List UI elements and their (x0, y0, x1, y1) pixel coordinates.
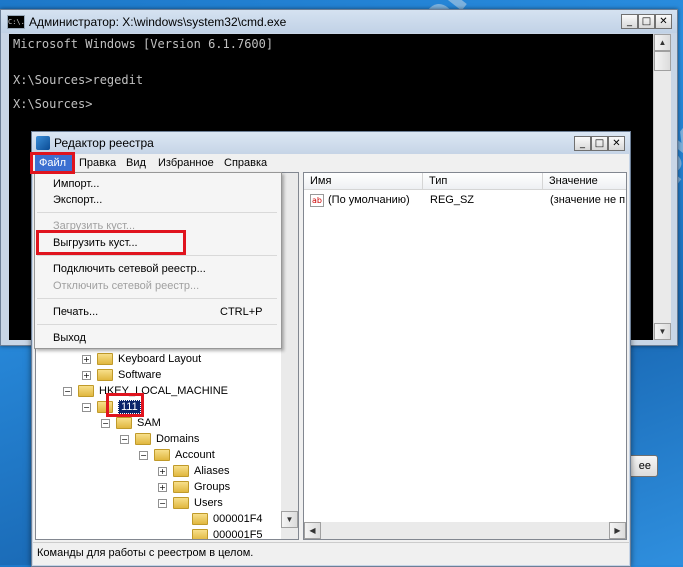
tree-node[interactable]: + Software (82, 367, 161, 383)
cmd-scrollbar[interactable]: ▲ ▼ (653, 34, 671, 340)
menu-item-import[interactable]: Импорт... (53, 176, 99, 192)
collapse-icon[interactable]: − (63, 386, 72, 396)
tree-node[interactable]: − SAM (101, 415, 161, 431)
status-text: Команды для работы с реестром в целом. (37, 547, 254, 559)
tree-node-label: Account (175, 449, 215, 461)
value-data: (значение не п (550, 194, 626, 206)
minimize-button[interactable]: _ (621, 14, 638, 29)
console-line: X:\Sources>regedit (13, 73, 144, 87)
menu-bar: Файл Правка Вид Избранное Справка (33, 154, 629, 172)
tree-node[interactable]: + Groups (158, 479, 230, 495)
console-line: X:\Sources> (13, 97, 93, 111)
menu-shortcut-print: CTRL+P (220, 306, 263, 318)
status-bar: Команды для работы с реестром в целом. (33, 542, 629, 565)
menu-separator (37, 324, 277, 325)
tree-node-label: Users (194, 497, 223, 509)
tree-node[interactable]: 000001F4 (192, 511, 263, 527)
folder-icon (97, 369, 113, 382)
file-menu-dropdown: Импорт... Экспорт... Загрузить куст... В… (34, 172, 282, 349)
tree-node-label: 000001F5 (213, 529, 263, 540)
collapse-icon[interactable]: − (158, 498, 167, 508)
regedit-titlebar[interactable]: Редактор реестра _ □ ✕ (32, 132, 630, 154)
scroll-up-icon[interactable]: ▲ (654, 34, 671, 51)
folder-icon (173, 481, 189, 494)
scroll-down-icon[interactable]: ▼ (281, 511, 298, 528)
folder-icon (135, 433, 151, 446)
tree-node-label: Aliases (194, 465, 230, 477)
maximize-button[interactable]: □ (591, 136, 608, 151)
menu-edit[interactable]: Правка (79, 154, 116, 172)
folder-icon (97, 353, 113, 366)
tree-node-label: Groups (194, 481, 231, 493)
menu-separator (37, 298, 277, 299)
column-header-name[interactable]: Имя (304, 173, 423, 190)
highlight-unload-hive (36, 230, 186, 255)
expand-icon[interactable]: + (158, 482, 167, 492)
expand-icon[interactable]: + (158, 466, 167, 476)
value-type: REG_SZ (430, 194, 475, 206)
tree-node[interactable]: 000001F5 (192, 527, 263, 540)
tree-node-label: SAM (137, 417, 161, 429)
console-line: Microsoft Windows [Version 6.1.7600] (13, 37, 274, 51)
tree-scrollbar[interactable]: ▼ (281, 173, 298, 539)
menu-separator (37, 212, 277, 213)
close-button[interactable]: ✕ (608, 136, 625, 151)
value-name: (По умолчанию) (328, 194, 410, 206)
collapse-icon[interactable]: − (101, 418, 110, 428)
expand-icon[interactable]: + (82, 370, 91, 380)
tree-node-label: 000001F4 (213, 513, 263, 525)
cmd-title: Администратор: X:\windows\system32\cmd.e… (29, 15, 287, 29)
collapse-icon[interactable]: − (82, 402, 91, 412)
highlight-file-menu (30, 152, 75, 174)
tree-node-label: Software (118, 369, 162, 381)
close-button[interactable]: ✕ (655, 14, 672, 29)
menu-item-connect-network-registry[interactable]: Подключить сетевой реестр... (53, 261, 206, 277)
scroll-right-icon[interactable]: ▶ (609, 522, 626, 539)
menu-favorites[interactable]: Избранное (158, 154, 214, 172)
menu-item-print[interactable]: Печать... (53, 304, 98, 320)
values-pane[interactable]: Имя Тип Значение ab (По умолчанию) REG_S… (303, 172, 627, 540)
menu-separator (37, 255, 277, 256)
scroll-thumb[interactable] (654, 51, 671, 71)
menu-item-export[interactable]: Экспорт... (53, 192, 102, 208)
folder-icon (192, 513, 208, 526)
table-row[interactable]: ab (По умолчанию) REG_SZ (значение не п (304, 193, 626, 209)
expand-icon[interactable]: + (82, 354, 91, 364)
tree-node-label: Domains (156, 433, 200, 445)
menu-item-exit[interactable]: Выход (53, 330, 86, 346)
folder-icon (78, 385, 94, 398)
minimize-button[interactable]: _ (574, 136, 591, 151)
menu-view[interactable]: Вид (126, 154, 146, 172)
menu-help[interactable]: Справка (224, 154, 267, 172)
collapse-icon[interactable]: − (120, 434, 129, 444)
string-value-icon: ab (310, 194, 324, 207)
cmd-titlebar[interactable]: C:\. Администратор: X:\windows\system32\… (1, 10, 677, 33)
folder-icon (116, 417, 132, 430)
tree-node[interactable]: + Aliases (158, 463, 229, 479)
folder-icon (154, 449, 170, 462)
menu-item-disconnect-network-registry: Отключить сетевой реестр... (53, 280, 200, 292)
highlight-tree-111 (106, 393, 144, 417)
column-header-value[interactable]: Значение (543, 173, 626, 190)
column-header-type[interactable]: Тип (423, 173, 543, 190)
console-icon: C:\. (7, 15, 25, 29)
folder-icon (173, 497, 189, 510)
regedit-title: Редактор реестра (54, 136, 154, 150)
scroll-down-icon[interactable]: ▼ (654, 323, 671, 340)
tree-node[interactable]: + Keyboard Layout (82, 351, 201, 367)
folder-icon (192, 529, 208, 539)
tree-node[interactable]: − HKEY_LOCAL_MACHINE (63, 383, 228, 399)
tree-node[interactable]: − Users (158, 495, 223, 511)
collapse-icon[interactable]: − (139, 450, 148, 460)
scroll-left-icon[interactable]: ◀ (304, 522, 321, 539)
folder-icon (173, 465, 189, 478)
regedit-icon (36, 136, 50, 150)
tree-node[interactable]: − Domains (120, 431, 199, 447)
tree-node-label: Keyboard Layout (118, 353, 202, 365)
values-hscrollbar[interactable]: ◀ ▶ (304, 522, 626, 539)
tree-node[interactable]: − Account (139, 447, 215, 463)
maximize-button[interactable]: □ (638, 14, 655, 29)
